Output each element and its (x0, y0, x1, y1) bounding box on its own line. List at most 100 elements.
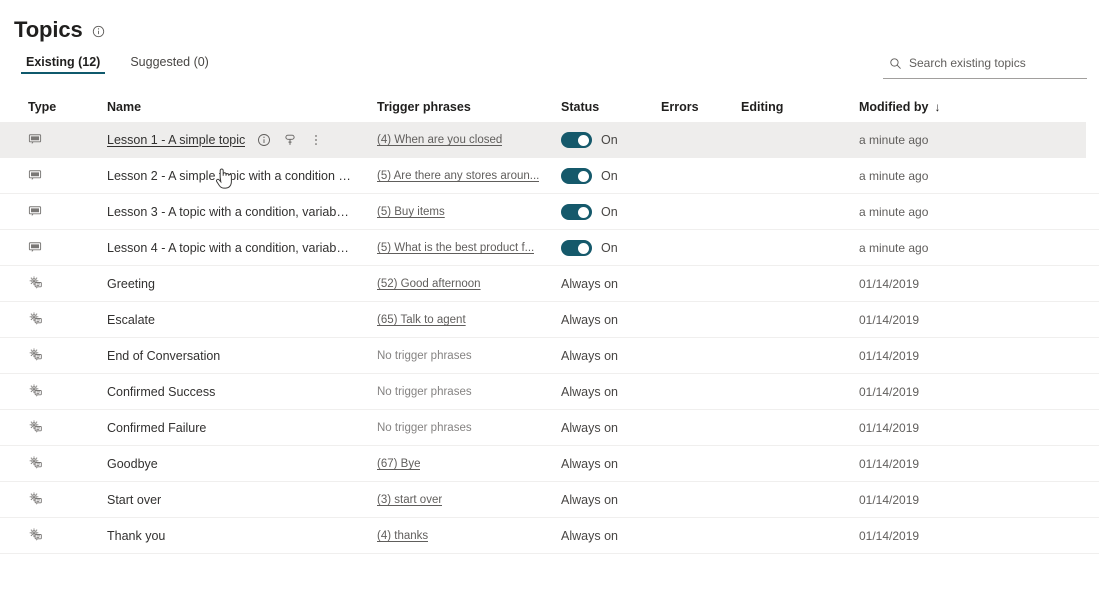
table-row[interactable]: Greeting (52) Good afternoon Always on 01/1… (0, 266, 1099, 302)
cell-trigger-phrases: (3) start over (377, 482, 557, 518)
table-row[interactable]: Lesson 2 - A simple topic with a conditi… (0, 158, 1099, 194)
topic-name-link[interactable]: End of Conversation (107, 349, 220, 363)
trigger-phrases-link[interactable]: (3) start over (377, 494, 442, 506)
topic-name-link[interactable]: Confirmed Success (107, 385, 215, 399)
cell-editing (741, 230, 859, 266)
column-header-errors[interactable]: Errors (661, 93, 741, 121)
status-toggle[interactable] (561, 168, 592, 184)
column-header-editing[interactable]: Editing (741, 93, 859, 121)
cell-modified-by: 01/14/2019 (859, 493, 920, 507)
topic-name-link[interactable]: Escalate (107, 313, 155, 327)
table-row[interactable]: Lesson 1 - A simple topic (4) When are yo… (0, 122, 1086, 158)
page-info-icon[interactable] (92, 25, 105, 38)
status-toggle-label: On (601, 169, 618, 183)
topic-name-link[interactable]: Thank you (107, 529, 165, 543)
cell-name: Greeting (107, 266, 377, 302)
status-text: Always on (561, 493, 618, 507)
column-header-name[interactable]: Name (107, 93, 377, 121)
topic-name-link[interactable]: Start over (107, 493, 161, 507)
pin-icon[interactable] (282, 133, 297, 148)
cell-type (0, 410, 107, 446)
cell-trigger-phrases: (65) Talk to agent (377, 302, 557, 338)
table-row[interactable]: Escalate (65) Talk to agent Always on 01/14… (0, 302, 1099, 338)
cell-editing (741, 446, 859, 482)
cell-name: Lesson 4 - A topic with a condition, var… (107, 230, 377, 266)
trigger-phrases-link[interactable]: (4) thanks (377, 530, 428, 542)
status-toggle[interactable] (561, 240, 592, 256)
column-header-type[interactable]: Type (0, 93, 107, 121)
trigger-phrases-link[interactable]: (52) Good afternoon (377, 278, 481, 290)
cell-status: Always on (557, 482, 661, 518)
cell-modified-by: 01/14/2019 (859, 529, 920, 543)
status-text: Always on (561, 529, 618, 543)
cell-status: On (557, 230, 661, 266)
system-topic-icon (28, 347, 43, 365)
status-toggle[interactable] (561, 204, 592, 220)
tab-suggested[interactable]: Suggested (0) (118, 44, 221, 80)
trigger-phrases-link[interactable]: (4) When are you closed (377, 134, 502, 146)
cell-modified-by: 01/14/2019 (859, 457, 920, 471)
topic-name-link[interactable]: Lesson 4 - A topic with a condition, var… (107, 241, 351, 255)
cell-errors (661, 482, 741, 518)
topic-name-link[interactable]: Greeting (107, 277, 155, 291)
system-topic-icon (28, 455, 43, 473)
row-actions (256, 133, 323, 148)
topic-name-link[interactable]: Lesson 2 - A simple topic with a conditi… (107, 169, 351, 183)
cell-type (0, 122, 107, 158)
cell-trigger-phrases: (4) When are you closed (377, 122, 557, 158)
topic-name-link[interactable]: Lesson 1 - A simple topic (107, 133, 245, 147)
column-header-modified-by[interactable]: Modified by ↓ (859, 93, 1079, 121)
status-toggle[interactable] (561, 132, 592, 148)
table-row[interactable]: Thank you (4) thanks Always on 01/14/2019 (0, 518, 1099, 554)
search-input[interactable] (909, 56, 1083, 70)
topic-name-link[interactable]: Confirmed Failure (107, 421, 206, 435)
topic-name-link[interactable]: Goodbye (107, 457, 158, 471)
system-topic-icon (28, 311, 43, 329)
cell-status: On (557, 194, 661, 230)
more-options-icon[interactable] (308, 133, 323, 148)
cell-trigger-phrases: No trigger phrases (377, 338, 557, 374)
cell-name: Start over (107, 482, 377, 518)
cell-status: Always on (557, 518, 661, 554)
cell-status: Always on (557, 374, 661, 410)
trigger-phrases-link[interactable]: (67) Bye (377, 458, 420, 470)
search-box[interactable] (883, 51, 1087, 79)
trigger-phrases-link[interactable]: (65) Talk to agent (377, 314, 466, 326)
table-row[interactable]: Lesson 3 - A topic with a condition, var… (0, 194, 1099, 230)
cell-name: Lesson 2 - A simple topic with a conditi… (107, 158, 377, 194)
table-row[interactable]: Confirmed Failure No trigger phrases Alway… (0, 410, 1099, 446)
cell-type (0, 374, 107, 410)
cell-type (0, 230, 107, 266)
table-row[interactable]: Confirmed Success No trigger phrases Alway… (0, 374, 1099, 410)
tab-existing[interactable]: Existing (12) (14, 44, 112, 80)
trigger-phrases-link[interactable]: (5) Are there any stores aroun... (377, 170, 539, 182)
column-header-trigger[interactable]: Trigger phrases (377, 93, 557, 121)
table-row[interactable]: Start over (3) start over Always on 01/14/2… (0, 482, 1099, 518)
cell-trigger-phrases: (52) Good afternoon (377, 266, 557, 302)
trigger-phrases-link[interactable]: (5) What is the best product f... (377, 242, 534, 254)
cell-errors (661, 194, 741, 230)
cell-errors (661, 266, 741, 302)
info-icon[interactable] (256, 133, 271, 148)
status-toggle-label: On (601, 205, 618, 219)
column-header-status[interactable]: Status (557, 93, 661, 121)
cell-type (0, 158, 107, 194)
table-row[interactable]: Goodbye (67) Bye Always on 01/14/2019 (0, 446, 1099, 482)
cell-modified-by: a minute ago (859, 241, 929, 255)
topic-name-link[interactable]: Lesson 3 - A topic with a condition, var… (107, 205, 351, 219)
trigger-phrases-link[interactable]: (5) Buy items (377, 206, 445, 218)
cell-name: Confirmed Success (107, 374, 377, 410)
system-topic-icon (28, 491, 43, 509)
table-row[interactable]: Lesson 4 - A topic with a condition, var… (0, 230, 1099, 266)
cell-trigger-phrases: (5) Are there any stores aroun... (377, 158, 557, 194)
system-topic-icon (28, 527, 43, 545)
topics-table: Type Name Trigger phrases Status Errors … (0, 92, 1099, 554)
status-text: Always on (561, 421, 618, 435)
table-row[interactable]: End of Conversation No trigger phrases Alw… (0, 338, 1099, 374)
status-text: Always on (561, 349, 618, 363)
cell-type (0, 338, 107, 374)
cell-errors (661, 122, 741, 158)
tabs-and-search: Existing (12) Suggested (0) (0, 44, 1099, 90)
cell-type (0, 518, 107, 554)
cell-modified-by: 01/14/2019 (859, 313, 920, 327)
